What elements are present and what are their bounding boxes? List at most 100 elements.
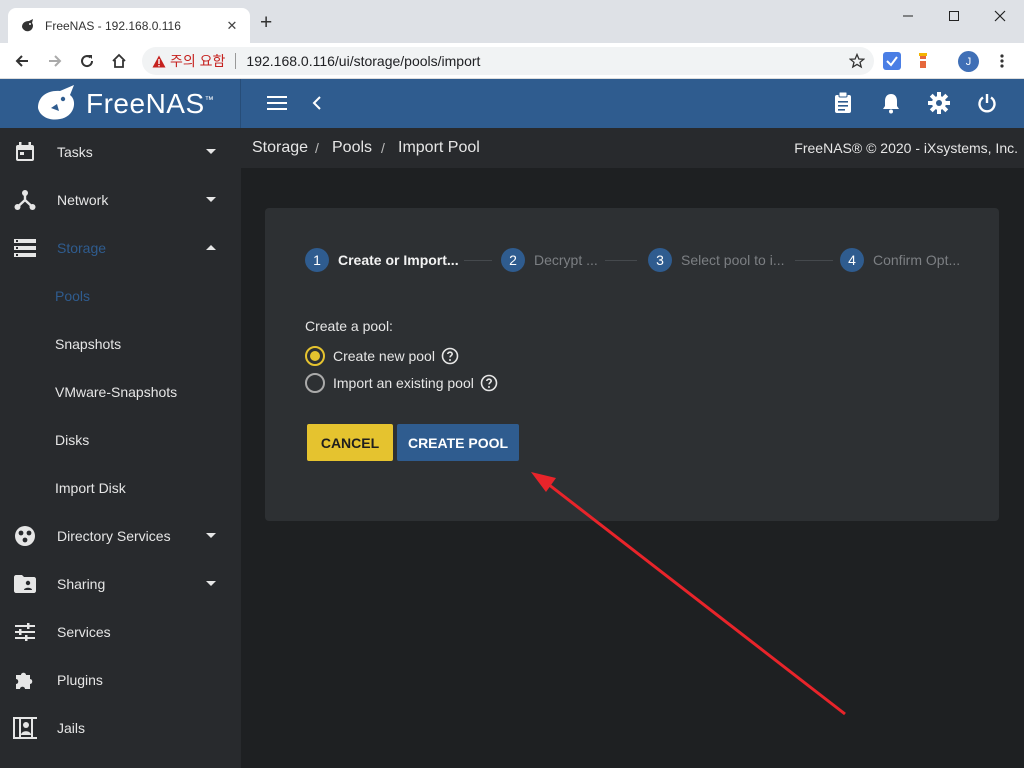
radio-label[interactable]: Import an existing pool (333, 375, 474, 391)
sidebar-item-services[interactable]: Services (0, 608, 241, 656)
wizard-step-4[interactable]: 4 Confirm Opt... (840, 248, 960, 272)
storage-stack-icon (13, 236, 37, 260)
create-new-pool-radio[interactable] (305, 346, 325, 366)
sidebar-subitem-label: Import Disk (55, 480, 126, 496)
sidebar-item-jails[interactable]: Jails (0, 704, 241, 752)
home-icon[interactable] (107, 49, 131, 73)
sidebar-item-label: Directory Services (57, 528, 171, 544)
task-manager-clipboard-icon[interactable] (831, 91, 855, 115)
radio-label[interactable]: Create new pool (333, 348, 435, 364)
freenas-favicon-icon (20, 18, 36, 34)
sidebar-item-network[interactable]: Network (0, 176, 241, 224)
create-new-pool-option[interactable]: Create new pool (305, 346, 459, 366)
security-status[interactable]: 주의 요함 (170, 51, 225, 71)
tab-close-icon[interactable]: ✕ (224, 18, 240, 34)
step-label: Select pool to i... (681, 252, 785, 268)
back-arrow-icon[interactable] (10, 49, 34, 73)
radio-selected-dot (310, 351, 320, 361)
breadcrumb-separator: / (315, 140, 319, 156)
power-icon[interactable] (975, 91, 999, 115)
step-label: Confirm Opt... (873, 252, 961, 268)
sidebar-subitem-disks[interactable]: Disks (0, 416, 241, 464)
sidebar-item-directory-services[interactable]: Directory Services (0, 512, 241, 560)
sidebar-item-label: Jails (57, 720, 86, 736)
browser-menu-icon[interactable] (994, 50, 1010, 72)
copyright-text: FreeNAS® © 2020 - iXsystems, Inc. (794, 140, 1018, 156)
sidebar-item-label: Storage (57, 240, 107, 256)
caret-down-icon (206, 531, 216, 541)
breadcrumb-separator: / (381, 140, 385, 156)
collapse-chevron-icon[interactable] (305, 91, 329, 115)
sidebar-item-sharing[interactable]: Sharing (0, 560, 241, 608)
step-connector (605, 260, 637, 261)
sidebar-subitem-label: VMware-Snapshots (55, 384, 178, 400)
caret-down-icon (206, 579, 216, 589)
maximize-icon[interactable] (931, 4, 977, 28)
bookmark-star-icon[interactable] (844, 53, 870, 69)
tab-title: FreeNAS - 192.168.0.116 (45, 18, 181, 33)
new-tab-button[interactable]: + (260, 12, 272, 34)
settings-gear-icon[interactable] (927, 91, 951, 115)
forward-arrow-icon[interactable] (43, 49, 67, 73)
step-connector (464, 260, 492, 261)
calendar-icon (13, 140, 37, 164)
sidebar-subitem-label: Disks (55, 432, 90, 448)
omnibox-divider (235, 53, 237, 69)
url-text[interactable]: 192.168.0.116/ui/storage/pools/import (246, 53, 844, 69)
sliders-tune-icon (13, 620, 37, 644)
notifications-bell-icon[interactable] (879, 91, 903, 115)
extension-check-icon[interactable] (883, 52, 901, 70)
sidebar-subitem-label: Pools (55, 288, 91, 304)
shared-folder-icon (13, 572, 37, 596)
caret-down-icon (206, 147, 216, 157)
address-bar[interactable]: 주의 요함 192.168.0.116/ui/storage/pools/imp… (142, 47, 874, 75)
sidebar-subitem-pools[interactable]: Pools (0, 272, 241, 320)
step-connector (795, 260, 833, 261)
hamburger-menu-icon[interactable] (265, 91, 289, 115)
wizard-step-3[interactable]: 3 Select pool to i... (648, 248, 785, 272)
caret-down-icon (206, 195, 216, 205)
profile-avatar[interactable]: J (958, 51, 979, 72)
reload-icon[interactable] (75, 49, 99, 73)
help-question-icon[interactable] (480, 374, 498, 392)
sidebar-subitem-vmware-snapshots[interactable]: VMware-Snapshots (0, 368, 241, 416)
minimize-icon[interactable] (885, 4, 931, 28)
sidebar-item-label: Plugins (57, 672, 103, 688)
directory-services-icon (13, 524, 37, 548)
import-existing-pool-radio[interactable] (305, 373, 325, 393)
sidebar-item-tasks[interactable]: Tasks (0, 128, 241, 176)
sidebar: Tasks Network Storage Pools Snapshots VM… (0, 128, 241, 768)
network-hub-icon (13, 188, 37, 212)
browser-tab-bar: FreeNAS - 192.168.0.116 ✕ + (0, 0, 1024, 43)
sidebar-item-label: Network (57, 192, 109, 208)
sidebar-subitem-snapshots[interactable]: Snapshots (0, 320, 241, 368)
warning-icon[interactable] (152, 55, 166, 68)
freenas-shark-icon (38, 84, 75, 120)
wizard-step-2[interactable]: 2 Decrypt ... (501, 248, 598, 272)
browser-toolbar: 주의 요함 192.168.0.116/ui/storage/pools/imp… (0, 43, 1024, 79)
logo-text: FreeNAS™ (86, 87, 215, 119)
help-question-icon[interactable] (441, 347, 459, 365)
breadcrumb-storage[interactable]: Storage (252, 139, 308, 157)
create-pool-button[interactable]: CREATE POOL (397, 424, 519, 461)
sidebar-item-storage[interactable]: Storage (0, 224, 241, 272)
sidebar-subitem-import-disk[interactable]: Import Disk (0, 464, 241, 512)
breadcrumb-current: Import Pool (398, 139, 480, 156)
sidebar-item-plugins[interactable]: Plugins (0, 656, 241, 704)
close-window-icon[interactable] (977, 4, 1023, 28)
sidebar-subitem-label: Snapshots (55, 336, 122, 352)
browser-tab[interactable]: FreeNAS - 192.168.0.116 ✕ (8, 8, 250, 43)
import-existing-pool-option[interactable]: Import an existing pool (305, 373, 498, 393)
extension-lighthouse-icon[interactable] (914, 52, 932, 70)
step-number: 3 (648, 248, 672, 272)
step-label: Decrypt ... (534, 252, 598, 268)
freenas-logo[interactable]: FreeNAS™ (0, 79, 241, 128)
cancel-button[interactable]: CANCEL (307, 424, 393, 461)
jail-icon (13, 716, 37, 740)
wizard-step-1[interactable]: 1 Create or Import... (305, 248, 459, 272)
sidebar-item-label: Services (57, 624, 111, 640)
import-pool-wizard-card: 1 Create or Import... 2 Decrypt ... 3 Se… (265, 208, 999, 521)
create-pool-prompt: Create a pool: (305, 318, 393, 334)
step-number: 1 (305, 248, 329, 272)
breadcrumb-pools[interactable]: Pools (332, 139, 372, 157)
